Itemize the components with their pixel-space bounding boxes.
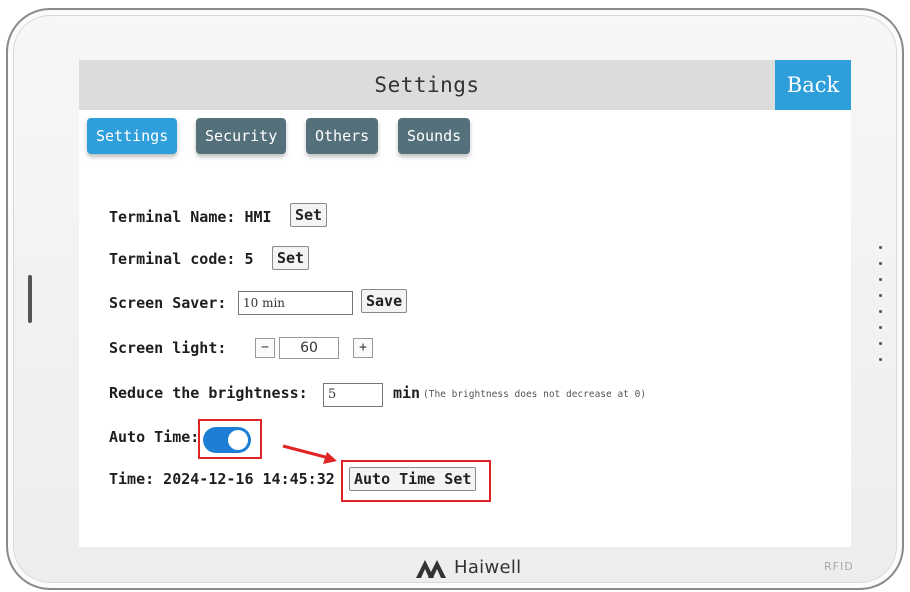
screen-saver-input[interactable]: 10 min [238,291,353,315]
page-title: Settings [374,73,480,97]
side-button [28,275,32,323]
tab-others[interactable]: Others [306,118,379,154]
reduce-brightness-unit: min [393,384,421,402]
auto-time-label: Auto Time: [109,428,200,446]
terminal-code-set-button[interactable]: Set [272,246,310,270]
brand-name: Haiwell [454,557,522,578]
screen-light-increase-button[interactable]: + [353,338,373,358]
screen-saver-label: Screen Saver: [109,294,227,312]
haiwell-logo-icon [416,560,446,578]
tab-sounds[interactable]: Sounds [398,118,471,154]
hmi-screen: Settings Back Settings Security Others S… [79,60,851,547]
screen-light-label: Screen light: [109,339,227,357]
back-button[interactable]: Back [775,60,851,110]
terminal-name-label: Terminal Name: HMI [109,208,272,226]
terminal-name-set-button[interactable]: Set [290,203,328,227]
reduce-brightness-note: (The brightness does not decrease at 0) [423,389,647,400]
rfid-label: RFID [824,560,854,573]
brand-logo: Haiwell [414,553,521,583]
tab-settings[interactable]: Settings [87,118,178,154]
screen-light-decrease-button[interactable]: − [255,338,275,358]
auto-time-highlight-box [198,419,262,459]
reduce-brightness-input[interactable]: 5 [323,383,383,407]
annotation-arrow-icon [282,444,337,464]
terminal-code-label: Terminal code: 5 [109,250,254,268]
title-bar: Settings Back [79,60,851,110]
reduce-brightness-label: Reduce the brightness: [109,384,308,402]
tab-security[interactable]: Security [196,118,287,154]
screen-light-value-field[interactable]: 60 [279,337,339,359]
current-time-label: Time: 2024-12-16 14:45:32 [109,470,335,488]
screen-saver-save-button[interactable]: Save [361,289,408,313]
speaker-dots [879,246,883,374]
auto-time-set-highlight-box [341,460,491,502]
